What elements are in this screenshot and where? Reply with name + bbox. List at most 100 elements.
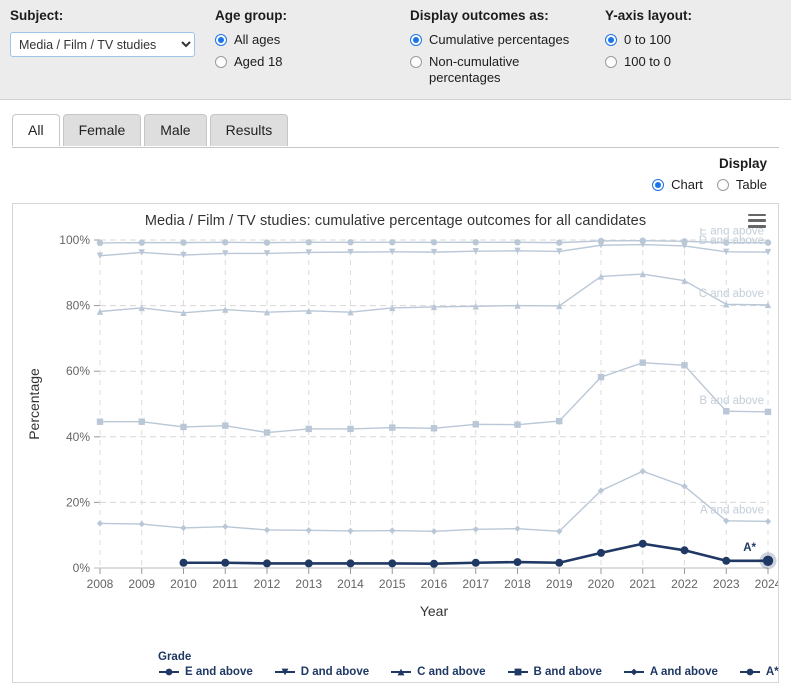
data-point-marker[interactable]: [639, 467, 646, 474]
data-point-marker[interactable]: [472, 525, 479, 532]
selected-data-point[interactable]: [762, 555, 774, 566]
data-point-marker[interactable]: [305, 425, 312, 432]
radio-aged-18-icon[interactable]: [215, 56, 227, 68]
data-point-marker[interactable]: [347, 238, 354, 245]
data-point-marker[interactable]: [430, 559, 438, 568]
data-point-marker[interactable]: [764, 238, 772, 246]
data-point-marker[interactable]: [639, 358, 646, 366]
radio-0-to-100-icon[interactable]: [605, 34, 617, 46]
data-point-marker[interactable]: [179, 558, 188, 567]
radio-cumulative[interactable]: Cumulative percentages: [410, 32, 585, 48]
data-point-marker[interactable]: [597, 548, 605, 557]
data-point-marker[interactable]: [630, 668, 638, 675]
data-point-marker[interactable]: [96, 418, 104, 425]
data-point-marker[interactable]: [514, 420, 521, 428]
data-point-marker[interactable]: [263, 526, 271, 533]
data-point-marker[interactable]: [680, 545, 689, 554]
data-point-marker[interactable]: [722, 556, 731, 565]
legend-item[interactable]: B and above: [507, 666, 602, 678]
data-point-marker[interactable]: [764, 408, 772, 415]
data-point-marker[interactable]: [96, 239, 104, 246]
data-point-marker[interactable]: [471, 558, 480, 567]
radio-100-to-0[interactable]: 100 to 0: [605, 54, 775, 70]
legend-item[interactable]: D and above: [274, 666, 369, 678]
x-axis-tick-label: 2022: [671, 577, 698, 591]
radio-non-cumulative[interactable]: Non-cumulative percentages: [410, 54, 585, 86]
data-point-marker[interactable]: [472, 420, 479, 428]
data-point-marker[interactable]: [221, 558, 230, 567]
data-point-marker[interactable]: [180, 524, 187, 531]
data-point-marker[interactable]: [514, 668, 521, 675]
y-axis-tick-label: 100%: [59, 233, 90, 247]
data-point-marker[interactable]: [138, 418, 145, 425]
radio-display-table[interactable]: Table: [716, 177, 767, 192]
legend-symbol-icon: [739, 668, 760, 675]
data-point-marker[interactable]: [263, 238, 271, 246]
data-point-marker[interactable]: [556, 238, 563, 246]
y-axis-tick-label: 40%: [66, 429, 90, 443]
data-point-marker[interactable]: [723, 407, 730, 414]
legend-item[interactable]: C and above: [390, 666, 486, 678]
data-point-marker[interactable]: [430, 238, 438, 245]
data-point-marker[interactable]: [597, 373, 605, 380]
data-point-marker[interactable]: [746, 668, 754, 675]
data-point-marker[interactable]: [389, 526, 396, 534]
radio-non-cumulative-icon[interactable]: [410, 56, 422, 68]
data-point-marker[interactable]: [165, 668, 173, 675]
data-point-marker[interactable]: [513, 557, 522, 566]
data-point-marker[interactable]: [222, 421, 229, 429]
data-point-marker[interactable]: [514, 524, 521, 532]
data-point-marker[interactable]: [180, 238, 187, 246]
data-point-marker[interactable]: [555, 558, 564, 567]
controls-panel: Subject: Media / Film / TV studies Age g…: [0, 0, 791, 100]
subject-control-group: Subject: Media / Film / TV studies: [0, 8, 205, 99]
data-point-marker[interactable]: [304, 558, 313, 567]
radio-all-ages-icon[interactable]: [215, 34, 227, 46]
x-axis-tick-label: 2014: [337, 577, 364, 591]
data-point-marker[interactable]: [472, 238, 479, 245]
chart-menu-hamburger-icon[interactable]: [748, 213, 766, 229]
subject-select[interactable]: Media / Film / TV studies: [10, 32, 195, 57]
data-point-marker[interactable]: [430, 527, 438, 534]
data-point-marker[interactable]: [96, 519, 104, 527]
data-point-marker[interactable]: [180, 423, 187, 430]
radio-display-chart-icon[interactable]: [652, 178, 665, 191]
data-point-marker[interactable]: [514, 238, 521, 245]
data-point-marker[interactable]: [430, 424, 438, 431]
legend-symbol-icon: [623, 668, 644, 675]
data-point-marker[interactable]: [347, 425, 354, 432]
data-point-marker[interactable]: [263, 428, 271, 436]
data-point-marker[interactable]: [222, 238, 229, 245]
data-point-marker[interactable]: [346, 558, 355, 567]
radio-aged-18[interactable]: Aged 18: [215, 54, 390, 70]
data-point-marker[interactable]: [305, 526, 312, 533]
data-point-marker[interactable]: [389, 238, 396, 245]
legend-item[interactable]: A and above: [623, 666, 718, 678]
data-point-marker[interactable]: [138, 238, 145, 246]
legend-item[interactable]: E and above: [158, 666, 253, 678]
legend-item-label: B and above: [533, 665, 602, 678]
data-point-marker[interactable]: [638, 539, 647, 548]
data-point-marker[interactable]: [388, 558, 397, 567]
data-point-marker[interactable]: [764, 517, 772, 525]
data-point-marker[interactable]: [263, 558, 271, 567]
radio-all-ages[interactable]: All ages: [215, 32, 390, 48]
data-point-marker[interactable]: [305, 238, 312, 245]
data-point-marker[interactable]: [681, 361, 688, 368]
radio-0-to-100[interactable]: 0 to 100: [605, 32, 775, 48]
data-point-marker[interactable]: [222, 522, 229, 530]
legend-item[interactable]: A*: [739, 666, 779, 678]
tab-all[interactable]: All: [12, 114, 60, 146]
tab-male[interactable]: Male: [144, 114, 207, 146]
data-point-marker[interactable]: [556, 417, 563, 424]
radio-cumulative-icon[interactable]: [410, 34, 422, 46]
data-point-marker[interactable]: [389, 423, 396, 431]
selected-point-label: A*: [743, 541, 756, 553]
radio-display-chart[interactable]: Chart: [652, 177, 703, 192]
tab-results[interactable]: Results: [209, 114, 289, 146]
data-point-marker[interactable]: [347, 527, 354, 534]
tab-female[interactable]: Female: [62, 114, 142, 146]
radio-100-to-0-icon[interactable]: [605, 56, 617, 68]
radio-display-table-icon[interactable]: [716, 178, 729, 191]
data-point-marker[interactable]: [138, 520, 145, 527]
